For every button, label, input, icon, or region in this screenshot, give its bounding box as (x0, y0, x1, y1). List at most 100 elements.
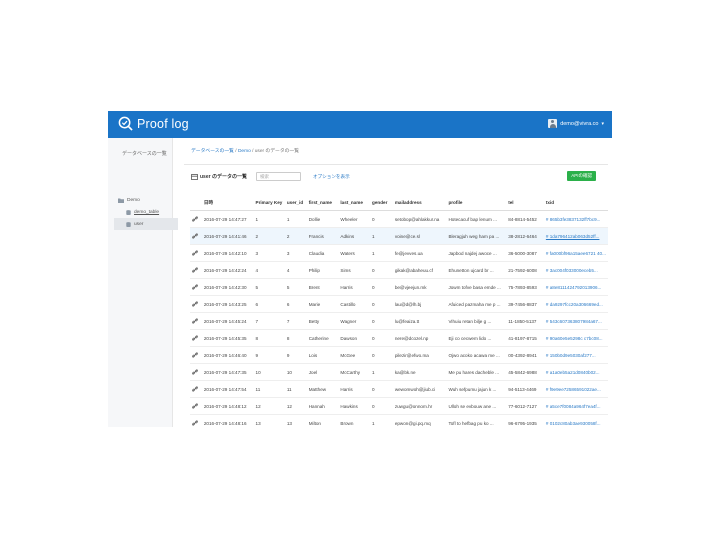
table-cell[interactable]: # 1da796412ab063d52ff... (543, 227, 608, 245)
table-cell[interactable]: # a1a0eb5a21d0840b02... (543, 363, 608, 381)
table-cell: 2016-07-29 14:45:35 (201, 329, 254, 347)
column-header[interactable]: profile (446, 195, 507, 211)
table-row[interactable]: 2016-07-29 14:42:10 3 3 Claudia Waters 1 fe@je… (190, 244, 608, 262)
table-cell: Betty (306, 312, 339, 330)
table-cell: Dollie (306, 210, 339, 228)
table-row[interactable]: 2016-07-29 14:47:54 11 11 Matthew Harris 0 wew… (190, 380, 608, 398)
link-icon[interactable] (192, 419, 198, 426)
link-icon[interactable] (192, 300, 198, 307)
sidebar-item-database[interactable]: Demo (114, 194, 178, 206)
column-header[interactable]: 日時 (201, 195, 254, 211)
user-menu[interactable]: demo@vivra.co ▾ (548, 119, 604, 128)
table-cell: 0 (370, 312, 393, 330)
table-cell: Claudia (306, 244, 339, 262)
search-input[interactable]: 検索 (255, 172, 301, 181)
column-header[interactable]: last_name (338, 195, 371, 211)
table-cell: Afuiced pazmaha me p ... (446, 295, 507, 313)
table-row[interactable]: 2016-07-29 14:47:27 1 1 Dollie Wheeler 0 setob… (190, 210, 608, 228)
table-cell: fe@jevves.ua (392, 244, 447, 262)
table-row[interactable]: 2016-07-29 14:48:16 13 13 Milton Brown 1 epwon… (190, 414, 608, 427)
column-header[interactable]: first_name (306, 195, 339, 211)
table-cell: Philip (306, 261, 339, 279)
column-header[interactable]: user_id (284, 195, 307, 211)
table-row[interactable]: 2016-07-29 14:46:40 9 9 Lois McGee 0 pilezir@e… (190, 346, 608, 364)
table-cell: Hannah (306, 397, 339, 415)
row-link-cell (190, 312, 202, 330)
table-row[interactable]: 2016-07-29 14:42:24 4 4 Philip Sims 0 gikak@ab… (190, 261, 608, 279)
table-cell: Ehunetton ujcard br ... (446, 261, 507, 279)
breadcrumb-databases[interactable]: データベースの一覧 (191, 149, 234, 154)
breadcrumb-demo[interactable]: Demo (238, 149, 251, 154)
sidebar-title[interactable]: データベースの一覧 (122, 150, 167, 157)
link-icon[interactable] (192, 385, 198, 392)
link-icon[interactable] (192, 368, 198, 375)
table-row[interactable]: 2016-07-29 14:42:30 5 5 Brent Harris 0 be@vjee… (190, 278, 608, 296)
data-table: 日時 Primary Key user_id first_name last_n… (190, 195, 608, 427)
link-icon[interactable] (192, 266, 198, 273)
table-cell: 94-5113-4469 (506, 380, 544, 398)
table-cell[interactable]: # 150b0d9e5030af277... (543, 346, 608, 364)
link-icon[interactable] (192, 249, 198, 256)
column-header[interactable]: tel (506, 195, 544, 211)
table-cell[interactable]: # 90a60e5e5298c c7bc08... (543, 329, 608, 347)
row-link-cell (190, 397, 202, 415)
show-options-link[interactable]: オプションを表示 (313, 174, 350, 180)
table-cell: Castillo (338, 295, 371, 313)
table-cell: 21-7592-6008 (506, 261, 544, 279)
table-row[interactable]: 2016-07-29 14:43:25 6 6 Marie Castillo 0 lau@d… (190, 295, 608, 313)
table-cell[interactable]: # 0102c80ab3ae930058f... (543, 414, 608, 427)
table-cell: Vihuiu retan bilje g ... (446, 312, 507, 330)
sidebar-item-user[interactable]: user (114, 218, 178, 230)
table-cell: 9 (284, 346, 307, 364)
table-cell: Adkins (338, 227, 371, 245)
sidebar-item-demo-table[interactable]: demo_table (114, 206, 178, 218)
table-cell: Milton (306, 414, 339, 427)
table-cell[interactable]: # fa000bf96a15aee6721 40... (543, 244, 608, 262)
link-icon[interactable] (192, 351, 198, 358)
logo[interactable]: Proof log (118, 116, 189, 131)
link-icon[interactable] (192, 283, 198, 290)
table-row[interactable]: 2016-07-29 14:45:35 8 8 Catherine Dawson 0 ner… (190, 329, 608, 347)
row-link-cell (190, 414, 202, 427)
link-icon[interactable] (192, 402, 198, 409)
table-cell: 10 (253, 363, 285, 381)
table-cell[interactable]: # da9297fcc20a306669ed... (543, 295, 608, 313)
table-cell: Matthew (306, 380, 339, 398)
table-cell: 1 (370, 227, 393, 245)
table-cell: 2 (253, 227, 285, 245)
table-cell[interactable]: # 3ac004f033000eceb5... (543, 261, 608, 279)
table-cell: 45-5842-6988 (506, 363, 544, 381)
table-cell: Lois (306, 346, 339, 364)
table-cell[interactable]: # f9e9ee72586591022ae... (543, 380, 608, 398)
table-cell[interactable]: # a5ce7f0084a964f7ea4f... (543, 397, 608, 415)
table-cell: 13 (253, 414, 285, 427)
table-cell[interactable]: # 865b3fe3837132ff7bc9... (543, 210, 608, 228)
table-cell: 2016-07-29 14:48:16 (201, 414, 254, 427)
panel-header: user のデータの一覧 検索 オプションを表示 (191, 172, 350, 181)
table-cell: 13 (284, 414, 307, 427)
table-cell: lau@d@lh.bj (392, 295, 447, 313)
row-link-cell (190, 380, 202, 398)
link-icon[interactable] (192, 317, 198, 324)
api-check-button[interactable]: APIの確認 (567, 171, 596, 181)
table-cell: 7 (253, 312, 285, 330)
table-cell[interactable]: # 543c607363807984a67... (543, 312, 608, 330)
table-row[interactable]: 2016-07-29 14:47:35 10 10 Joel McCarthy 1 ka@b… (190, 363, 608, 381)
table-row[interactable]: 2016-07-29 14:41:46 2 2 Francis Adkins 1 voine… (190, 227, 608, 245)
table-row[interactable]: 2016-07-29 14:48:12 12 12 Hannah Hawkins 0 zuw… (190, 397, 608, 415)
column-header[interactable]: Primary Key (253, 195, 285, 211)
table-cell: 11-1850-5137 (506, 312, 544, 330)
database-icon (126, 221, 131, 227)
column-header[interactable]: mailaddress (392, 195, 447, 211)
table-cell: 1 (284, 210, 307, 228)
table-cell[interactable]: # a8e8111424792013906... (543, 278, 608, 296)
column-header[interactable]: gender (370, 195, 393, 211)
link-icon[interactable] (192, 215, 198, 222)
table-cell: 11 (253, 380, 285, 398)
link-icon[interactable] (192, 334, 198, 341)
link-icon[interactable] (192, 232, 198, 239)
table-row[interactable]: 2016-07-29 14:45:24 7 7 Betty Wagner 0 lu@feai… (190, 312, 608, 330)
table-cell: ka@bk.ne (392, 363, 447, 381)
column-header[interactable]: txid (543, 195, 608, 211)
table-cell: 0 (370, 329, 393, 347)
